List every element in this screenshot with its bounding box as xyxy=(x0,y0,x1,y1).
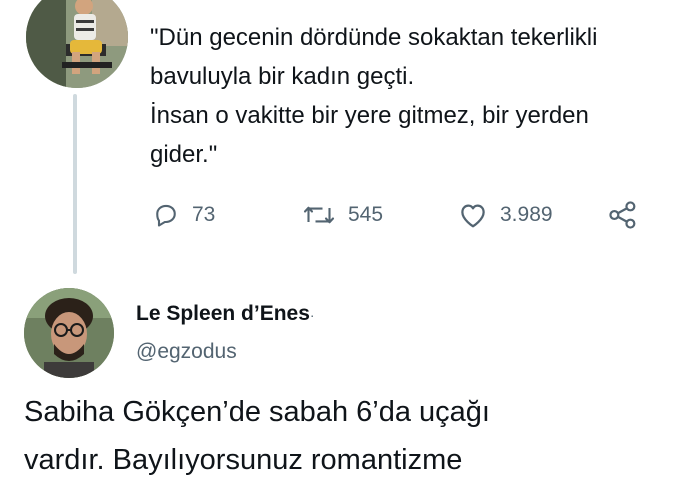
reply-tweet-line: Sabiha Gökçen’de sabah 6’da uçağı xyxy=(24,396,490,428)
retweet-count: 545 xyxy=(348,203,384,226)
reply-author-avatar[interactable] xyxy=(24,288,114,378)
reply-tweet-line: vardır. Bayılıyorsunuz romantizme xyxy=(24,444,463,476)
reply-author-avatar-image xyxy=(24,288,114,378)
like-icon xyxy=(458,201,488,229)
reply-tweet-text: Sabiha Gökçen’de sabah 6’da uçağı vardır… xyxy=(24,388,684,484)
retweet-button[interactable]: 545 xyxy=(302,198,383,232)
like-count: 3.989 xyxy=(500,203,553,226)
author-avatar[interactable] xyxy=(26,0,128,88)
share-icon xyxy=(607,200,639,230)
parent-tweet-text: "Dün gecenin dördünde sokaktan tekerlikl… xyxy=(150,18,690,174)
retweet-icon xyxy=(302,201,336,229)
reply-icon xyxy=(152,201,180,229)
display-name-text: Le Spleen d’Enes xyxy=(136,302,310,325)
parent-tweet-line: gider." xyxy=(150,141,218,168)
parent-tweet-line: bavuluyla bir kadın geçti. xyxy=(150,63,415,90)
tweet-action-bar: 73 545 3.989 xyxy=(0,198,690,232)
share-button[interactable] xyxy=(607,198,639,232)
parent-tweet-line: İnsan o vakitte bir yere gitmez, bir yer… xyxy=(150,102,589,129)
reply-handle[interactable]: @egzodus xyxy=(136,340,237,364)
reply-display-name[interactable]: Le Spleen d’Enes· xyxy=(136,302,315,326)
thread-connector-line xyxy=(73,94,77,274)
reply-count: 73 xyxy=(192,203,216,226)
author-avatar-image xyxy=(26,0,128,88)
parent-tweet-line: "Dün gecenin dördünde sokaktan tekerlikl… xyxy=(150,24,598,51)
like-button[interactable]: 3.989 xyxy=(458,198,553,232)
reply-button[interactable]: 73 xyxy=(152,198,215,232)
name-separator: · xyxy=(309,307,315,323)
